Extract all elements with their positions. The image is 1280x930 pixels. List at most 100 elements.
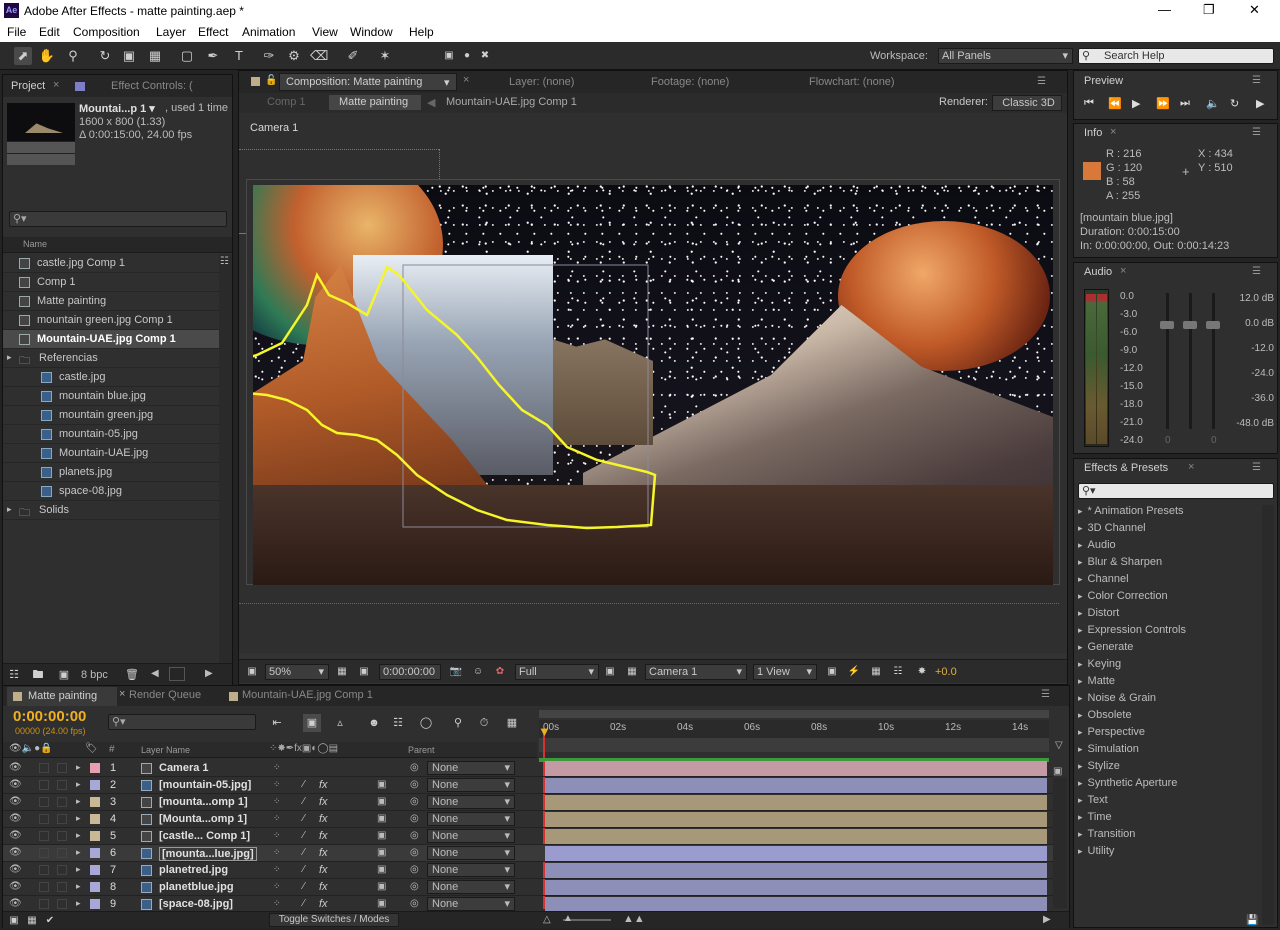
playhead-icon[interactable]: ▼ [538, 724, 551, 739]
tab-info[interactable]: Info [1084, 127, 1102, 139]
roto-brush-icon[interactable]: ✐ [344, 47, 362, 65]
lock-box[interactable] [57, 780, 67, 790]
flowchart-icon[interactable]: ☷ [889, 663, 907, 681]
solo-box[interactable] [39, 797, 49, 807]
quality-switch-icon[interactable]: ⁄ [303, 898, 305, 909]
scroll-right-icon[interactable]: ▶ [205, 668, 213, 679]
eye-icon[interactable]: 👁 [9, 813, 22, 824]
shy-switch-icon[interactable]: ⁘ [273, 847, 281, 858]
parent-pickwhip-icon[interactable]: ◎ [410, 779, 419, 790]
quality-switch-icon[interactable]: ⁄ [303, 881, 305, 892]
eye-icon[interactable]: 👁 [9, 847, 22, 858]
scroll-thumb[interactable] [169, 667, 185, 681]
quality-switch-icon[interactable]: ⁄ [303, 830, 305, 841]
layer-label-color[interactable] [90, 780, 100, 790]
loop-icon[interactable]: ↻ [1230, 97, 1239, 110]
layer-name[interactable]: [Mounta...omp 1] [159, 813, 247, 825]
ram-preview-icon[interactable]: ▶ [1256, 97, 1264, 110]
disclosure-triangle-icon[interactable]: ▸ [76, 796, 81, 807]
disclosure-triangle-icon[interactable]: ▸ [7, 504, 12, 515]
audio-slider-main[interactable] [1183, 321, 1197, 329]
effects-category[interactable]: ▸ Text [1078, 794, 1108, 806]
layer-row[interactable]: 👁 ▸ 5 [castle... Comp 1] ⁘ ⁄ fx ▣ ◎ None ▾ [3, 828, 1053, 845]
crumb-comp-1[interactable]: Comp 1 [267, 96, 306, 108]
tab-composition[interactable]: Composition: Matte painting ▾ [279, 73, 457, 91]
layer-label-color[interactable] [90, 797, 100, 807]
close-icon[interactable]: × [1110, 126, 1116, 138]
shy-layers-icon[interactable]: ☻ [365, 714, 383, 732]
panel-menu-icon[interactable]: ☰ [1252, 462, 1261, 473]
world-axis-icon[interactable]: ● [458, 47, 476, 65]
project-item[interactable]: Mountain-UAE.jpg Comp 1 [3, 330, 219, 349]
first-frame-icon[interactable]: ⏮ [1084, 97, 1094, 110]
project-item[interactable]: mountain green.jpg [3, 406, 219, 425]
layer-duration-bar[interactable] [545, 778, 1047, 793]
menu-edit[interactable]: Edit [39, 25, 60, 39]
camera-select[interactable]: Camera 1 ▾ [645, 664, 747, 680]
parent-pickwhip-icon[interactable]: ◎ [410, 762, 419, 773]
effects-category[interactable]: ▸ Synthetic Aperture [1078, 777, 1177, 789]
parent-pickwhip-icon[interactable]: ◎ [410, 864, 419, 875]
shy-switch-icon[interactable]: ⁘ [273, 830, 281, 841]
parent-pickwhip-icon[interactable]: ◎ [410, 881, 419, 892]
effects-category[interactable]: ▸ Perspective [1078, 726, 1145, 738]
lock-box[interactable] [57, 865, 67, 875]
layer-row[interactable]: 👁 ▸ 4 [Mounta...omp 1] ⁘ ⁄ fx ▣ ◎ None ▾ [3, 811, 1053, 828]
puppet-pin-icon[interactable]: ✶ [376, 47, 394, 65]
last-frame-icon[interactable]: ⏭ [1180, 97, 1190, 110]
eye-icon[interactable]: 👁 [9, 864, 22, 875]
tab-project[interactable]: Project [11, 80, 45, 92]
quality-switch-icon[interactable]: ⁄ [303, 864, 305, 875]
layer-label-color[interactable] [90, 763, 100, 773]
effects-category[interactable]: ▸ Transition [1078, 828, 1135, 840]
eye-icon[interactable]: 👁 [9, 762, 22, 773]
rotate-tool-icon[interactable]: ↻ [96, 47, 114, 65]
comp-image[interactable] [253, 185, 1053, 585]
comp-button-icon[interactable]: ▣ [1053, 766, 1062, 777]
quality-switch-icon[interactable]: ⁄ [303, 796, 305, 807]
parent-pickwhip-icon[interactable]: ◎ [410, 830, 419, 841]
layer-label-color[interactable] [90, 848, 100, 858]
layer-row[interactable]: 👁 ▸ 8 planetblue.jpg ⁘ ⁄ fx ▣ ◎ None ▾ [3, 879, 1053, 896]
3d-layer-icon[interactable]: ▣ [377, 847, 386, 858]
solo-box[interactable] [39, 814, 49, 824]
quality-switch-icon[interactable]: ⁄ [303, 813, 305, 824]
parent-select[interactable]: None ▾ [427, 863, 515, 877]
workspace-select[interactable]: All Panels ▾ [938, 48, 1073, 64]
effects-category[interactable]: ▸ Channel [1078, 573, 1129, 585]
graph-editor-icon[interactable]: ▦ [503, 714, 521, 732]
draft-3d-icon[interactable]: ▵ [331, 714, 349, 732]
effects-category[interactable]: ▸ Matte [1078, 675, 1115, 687]
previous-frame-icon[interactable]: ⏪ [1108, 97, 1122, 110]
fx-switch-icon[interactable]: fx [319, 847, 328, 859]
close-icon[interactable]: × [1188, 461, 1194, 473]
disclosure-triangle-icon[interactable]: ▸ [76, 881, 81, 892]
parent-select[interactable]: None ▾ [427, 846, 515, 860]
layer-name[interactable]: [mounta...lue.jpg] [159, 847, 257, 861]
always-preview-icon[interactable]: ▣ [243, 663, 261, 681]
tab-mountain-uae-comp[interactable]: Mountain-UAE.jpg Comp 1 [242, 689, 373, 701]
layer-label-color[interactable] [90, 865, 100, 875]
delete-icon[interactable]: 🗑 [123, 666, 141, 684]
tab-preview[interactable]: Preview [1084, 75, 1123, 87]
eye-icon[interactable]: 👁 [9, 830, 22, 841]
layer-row[interactable]: 👁 ▸ 3 [mounta...omp 1] ⁘ ⁄ fx ▣ ◎ None ▾ [3, 794, 1053, 811]
effects-category[interactable]: ▸ * Animation Presets [1078, 505, 1184, 517]
panel-menu-icon[interactable]: ☰ [1252, 75, 1261, 86]
shy-switch-icon[interactable]: ⁘ [273, 796, 281, 807]
view-axis-icon[interactable]: ✖ [476, 47, 494, 65]
solo-box[interactable] [39, 831, 49, 841]
zoom-out-icon[interactable]: △ [543, 914, 551, 925]
3d-layer-icon[interactable]: ▣ [377, 830, 386, 841]
clone-stamp-icon[interactable]: ⚙ [285, 47, 303, 65]
disclosure-triangle-icon[interactable]: ▸ [76, 813, 81, 824]
parent-pickwhip-icon[interactable]: ◎ [410, 813, 419, 824]
pen-tool-icon[interactable]: ✒ [204, 47, 222, 65]
minimize-icon[interactable]: — [1158, 2, 1171, 17]
brush-tool-icon[interactable]: ✑ [260, 47, 278, 65]
panel-menu-icon[interactable]: ☰ [1252, 127, 1261, 138]
menu-composition[interactable]: Composition [73, 25, 140, 39]
project-search-input[interactable]: ⚲▾ [9, 211, 227, 227]
layer-duration-bar[interactable] [545, 863, 1047, 878]
effects-category[interactable]: ▸ Noise & Grain [1078, 692, 1156, 704]
